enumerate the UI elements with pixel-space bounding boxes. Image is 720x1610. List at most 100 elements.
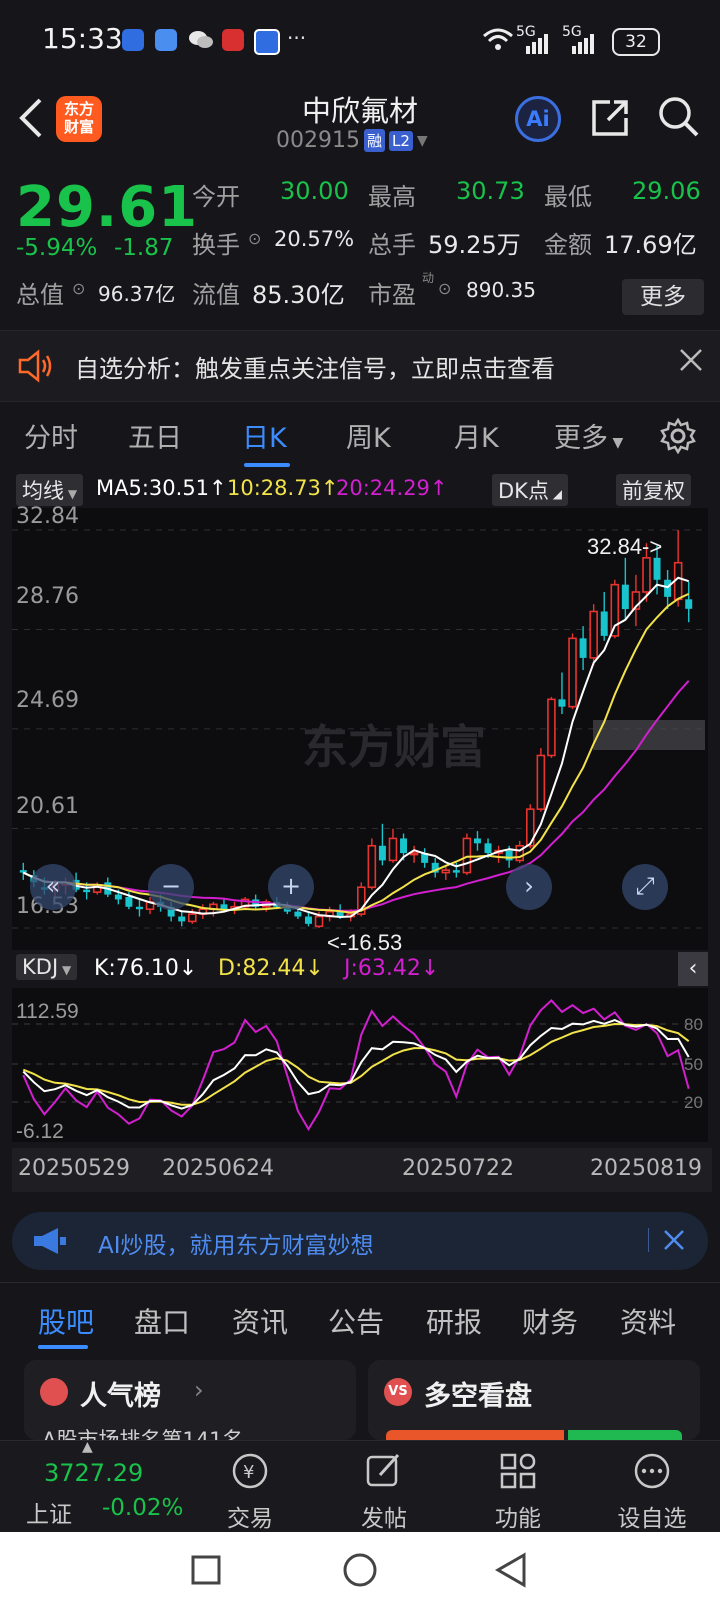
tab-financials[interactable]: 财务 [522,1301,578,1341]
candlestick-chart[interactable]: 东方财富 32.84-> <-16.53 [12,508,708,950]
ai-promo-banner[interactable]: AI炒股，就用东方财富妙想 [12,1212,708,1270]
kdj-d-value: D:82.44↓ [218,956,324,981]
collapse-panel-icon[interactable]: ‹ [678,952,708,986]
notice-text: 自选分析：触发重点关注信号，立即点击查看 [75,355,555,383]
stock-header: 东方 财富 中欣氟材 002915 融 L2 ▼ Ai [0,84,720,164]
zoom-out-icon[interactable]: − [148,864,194,910]
tab-monthly-k[interactable]: 月K [454,416,499,455]
more-notifications-icon: ··· [287,26,307,50]
tab-intraday[interactable]: 分时 [24,416,78,455]
candle-body [409,852,419,856]
x-tick-label: 20250529 [18,1156,130,1181]
candle-body [178,916,186,922]
nav-trade[interactable]: ¥ 交易 [200,1451,300,1533]
battery-icon: 32 [612,28,660,56]
tab-news[interactable]: 资讯 [232,1301,288,1341]
short-bar [568,1430,682,1440]
candle-body [600,611,608,636]
tab-weekly-k[interactable]: 周K [346,416,391,455]
candle-body [135,906,143,910]
nav-post[interactable]: 发帖 [334,1451,434,1533]
index-ticker[interactable]: ▲ 3727.29 上证 -0.02% [0,1439,190,1533]
tab-more[interactable]: 更多 ▼ [554,416,623,455]
last-price: 29.61 [16,175,199,240]
info-icon[interactable]: ⊙ [248,229,261,248]
notice-bar[interactable]: 自选分析：触发重点关注信号，立即点击查看 [0,330,720,402]
kdj-axis-min: -6.12 [16,1120,64,1142]
nav-functions-label: 功能 [495,1506,541,1532]
ma5-value: MA5:30.51↑ [96,476,227,500]
scroll-right-icon[interactable]: › [506,864,552,910]
popularity-card[interactable]: 人气榜 › A股市场排名第141名 [24,1360,356,1440]
tab-daily-k[interactable]: 日K [242,416,287,455]
home-icon[interactable] [342,1552,378,1592]
tab-guba[interactable]: 股吧 [38,1301,94,1341]
float-cap-label: 流值 [192,281,240,309]
candle-body [685,599,693,609]
bottom-navigation: ▲ 3727.29 上证 -0.02% ¥ 交易 发帖 功能 设自选 [0,1439,720,1533]
wifi-icon [482,27,514,55]
tab-profile[interactable]: 资料 [620,1301,676,1341]
app-notification-icon [222,29,244,51]
change-amount: -1.87 [114,235,174,261]
ai-button[interactable]: Ai [515,96,561,142]
tab-announcements[interactable]: 公告 [328,1301,384,1341]
pe-label: 市盈 [368,281,416,309]
tab-order-book[interactable]: 盘口 [134,1301,190,1341]
adjust-button[interactable]: 前复权 [616,474,691,506]
more-button[interactable]: 更多 [622,279,704,315]
close-icon[interactable] [662,1228,686,1256]
period-tabs: 分时 五日 日K 周K 月K 更多 ▼ [0,400,720,470]
long-short-card[interactable]: VS 多空看盘 [368,1360,700,1440]
kline-chart-panel: 均线 ▼ MA5:30.51↑ 10:28.73↑ 20:24.29↑ DK点 … [0,472,720,1202]
caret-down-icon: ▼ [58,963,72,977]
candle-body [664,579,672,597]
stock-code-row[interactable]: 002915 融 L2 ▼ [276,128,428,153]
nav-add-watchlist-label: 设自选 [617,1506,687,1532]
low-marker: <-16.53 [327,930,402,950]
gear-icon[interactable] [660,417,696,458]
popularity-title: 人气榜 [80,1381,161,1412]
market-cap-label: 总值 [16,281,64,309]
turnover-label: 换手 [192,231,240,259]
y-tick-label: 32.84 [16,504,79,529]
info-icon[interactable]: ⊙ [438,279,451,298]
candle-body [473,838,481,844]
high-label: 最高 [368,183,416,211]
index-name: 上证 [26,1502,72,1528]
zoom-in-icon[interactable]: + [268,864,314,910]
caret-up-icon: ▲ [82,1439,93,1455]
j-text: J:63.42 [344,956,421,981]
search-icon[interactable] [656,94,702,144]
info-icon[interactable]: ⊙ [72,279,85,298]
indicator-selector[interactable]: 均线 ▼ [16,474,84,506]
close-icon[interactable] [678,347,704,377]
divider [648,1228,649,1252]
nav-functions[interactable]: 功能 [468,1451,568,1533]
tab-research[interactable]: 研报 [426,1301,482,1341]
candle-body [378,845,386,861]
fullscreen-icon[interactable]: ⤢ [622,864,668,910]
tab-five-day[interactable]: 五日 [128,416,182,455]
scroll-left-icon[interactable]: « [30,864,76,910]
svg-text:¥: ¥ [243,1462,254,1483]
amount-value: 17.69亿 [604,231,697,259]
recent-apps-icon[interactable] [190,1554,222,1590]
more-dots-icon [634,1453,670,1489]
kdj-chart[interactable]: 112.59 -6.12 80 50 20 [12,988,708,1142]
share-icon[interactable] [590,96,632,142]
candle-body [579,638,587,658]
app-notification-icon [254,29,280,55]
candle-body [547,698,556,757]
nav-add-watchlist[interactable]: 设自选 [602,1451,702,1533]
caret-down-icon: ▼ [416,132,428,149]
popularity-rank-text: A股市场排名第141名 [42,1428,244,1440]
y-tick-label: 24.69 [16,688,79,713]
dk-point-button[interactable]: DK点 ◢ [492,474,568,506]
candle-body [400,838,408,854]
back-icon[interactable] [494,1552,528,1592]
chevron-right-icon: › [194,1376,204,1404]
candle-body [558,699,566,707]
kdj-selector[interactable]: KDJ ▼ [16,954,78,980]
megaphone-icon [32,1226,68,1260]
